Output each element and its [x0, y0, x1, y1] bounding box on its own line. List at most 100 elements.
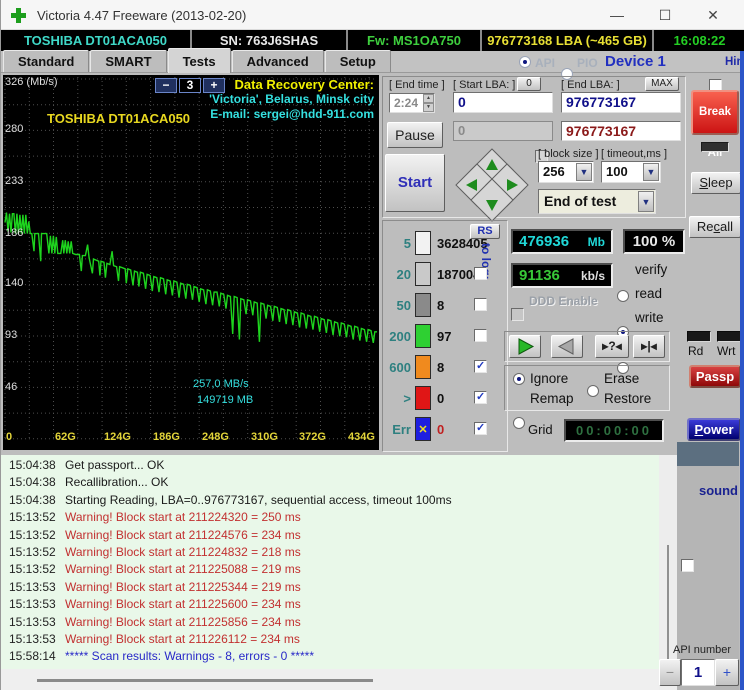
window-right-border — [740, 51, 744, 690]
start-lba-zero-button[interactable]: 0 — [517, 77, 541, 91]
ddd-enable-label: DDD Enable — [529, 294, 598, 308]
log-time: 15:13:52 — [9, 527, 56, 542]
end-lba-max-button[interactable]: MAX — [645, 77, 679, 91]
end-time-spin-up[interactable]: ▲ — [423, 94, 434, 103]
recall-button[interactable]: Recall — [689, 216, 741, 238]
start-button[interactable]: Start — [385, 154, 445, 212]
action-radio-erase[interactable] — [587, 385, 599, 397]
end-lba-input[interactable]: 976773167 — [561, 92, 681, 113]
position-value: 476936 — [519, 233, 570, 250]
timeout-select[interactable]: 100 ▼ — [601, 161, 661, 183]
x-axis-tick: 0 — [6, 431, 13, 443]
api-number-minus-button[interactable]: − — [659, 659, 681, 686]
power-button[interactable]: Power — [687, 418, 741, 441]
play-button[interactable] — [509, 335, 541, 358]
bin-log-checkbox-20[interactable] — [474, 267, 487, 280]
block-size-select[interactable]: 256 ▼ — [538, 161, 594, 183]
transport-group: ▸?◂ ▸|◂ — [504, 331, 670, 362]
speed-lcd: 91136 kb/s — [511, 263, 613, 288]
action-radio-ignore[interactable] — [513, 373, 525, 385]
api-radio[interactable] — [519, 56, 531, 68]
vendor-banner: Data Recovery Center: 'Victoria', Belaru… — [209, 77, 374, 122]
speed-bin-color-box — [415, 355, 431, 379]
sleep-button[interactable]: Sleep — [691, 172, 741, 194]
bottom-right-panel — [677, 466, 739, 690]
log-list[interactable]: 15:04:38 Get passport... OK 15:04:38 Recall… — [1, 455, 659, 669]
tab-bar: Standard SMART Tests Advanced Setup API PIO … — [1, 48, 744, 92]
x-axis-tick: 124G — [104, 431, 131, 443]
bin-log-checkbox-err[interactable] — [474, 421, 487, 435]
close-button[interactable]: ✕ — [689, 0, 737, 30]
speed-bins-panel: 5 3628405 20 187004 50 8 200 97 600 8 >0 Err ✕ 0 RS t… — [382, 220, 508, 452]
graph-readout-speed: 257,0 MB/s — [193, 378, 249, 390]
log-row: 15:13:52 Warning! Block start at 21122432… — [1, 510, 659, 527]
step-back-button[interactable] — [551, 335, 583, 358]
block-size-value: 256 — [543, 164, 565, 179]
block-size-dropdown-icon[interactable]: ▼ — [576, 163, 592, 181]
api-number-value[interactable]: 1 — [681, 659, 715, 686]
end-time-spin-down[interactable]: ▼ — [423, 103, 434, 112]
log-time: 15:58:14 — [9, 649, 56, 664]
speed-value: 91136 — [519, 267, 560, 284]
start-lba-label: [ Start LBA: ] — [453, 79, 516, 91]
log-message: ***** Scan results: Warnings - 8, errors… — [65, 649, 314, 664]
tab-tests[interactable]: Tests — [167, 48, 231, 73]
log-message: Warning! Block start at 211224832 = 218 … — [65, 544, 301, 559]
graph-zoom-level: 3 — [179, 78, 201, 93]
log-horizontal-scrollbar[interactable] — [37, 679, 373, 682]
log-row: 15:13:53 Warning! Block start at 21122560… — [1, 597, 659, 614]
mode-radio-verify[interactable] — [617, 290, 629, 302]
pause-button[interactable]: Pause — [387, 122, 443, 148]
log-message: Recallibration... OK — [65, 475, 169, 490]
break-all-button[interactable]: Break All — [691, 90, 739, 159]
bin-log-checkbox-50[interactable] — [474, 298, 487, 311]
x-axis-tick: 310G — [251, 431, 278, 443]
api-number-label: API number — [673, 644, 732, 656]
title-bar[interactable]: Victoria 4.47 Freeware (2013-02-20) — ☐ … — [1, 0, 744, 30]
tab-standard[interactable]: Standard — [3, 50, 90, 72]
block-size-label: [ block size ] — [538, 148, 599, 160]
position-lcd: 476936 Mb — [511, 229, 613, 254]
log-time: 15:13:53 — [9, 631, 56, 646]
minimize-button[interactable]: — — [593, 0, 641, 30]
edge-jump-button[interactable]: ▸|◂ — [633, 335, 665, 358]
ddd-enable-checkbox[interactable] — [511, 308, 524, 321]
bin-log-checkbox-200[interactable] — [474, 329, 487, 342]
timeout-dropdown-icon[interactable]: ▼ — [643, 163, 659, 181]
maximize-button[interactable]: ☐ — [641, 0, 689, 30]
position-unit: Mb — [587, 234, 605, 249]
timeout-value: 100 — [606, 164, 628, 179]
speed-bin-color-box — [415, 324, 431, 348]
recall-post: all — [720, 219, 734, 234]
speed-bin-label: > — [403, 390, 411, 406]
tab-setup[interactable]: Setup — [324, 50, 391, 72]
end-action-select[interactable]: End of test ▼ — [538, 189, 656, 214]
action-label-restore: Restore — [604, 391, 652, 406]
diamond-nav-pad[interactable] — [453, 146, 531, 224]
end-lba-current: 976773167 — [561, 121, 681, 141]
x-axis-tick: 372G — [299, 431, 326, 443]
seek-test-button[interactable]: ▸?◂ — [595, 335, 629, 358]
tab-strip: Standard SMART Tests Advanced Setup — [3, 47, 392, 73]
log-row: 15:04:38 Get passport... OK — [1, 458, 659, 475]
log-row: 15:13:52 Warning! Block start at 21122457… — [1, 528, 659, 545]
y-axis-tick: 93 — [5, 329, 18, 341]
log-time: 15:04:38 — [9, 492, 56, 507]
bin-log-checkbox-600[interactable] — [474, 359, 487, 373]
read-activity-led — [687, 331, 711, 342]
action-radio-remap[interactable] — [513, 417, 525, 429]
api-number-plus-button[interactable]: + — [715, 659, 739, 686]
log-vertical-scrollbar[interactable] — [667, 545, 669, 660]
action-label-erase: Erase — [604, 371, 640, 386]
bin-log-checkbox->[interactable] — [474, 390, 487, 404]
tab-advanced[interactable]: Advanced — [231, 50, 324, 72]
passport-button[interactable]: Passp — [689, 365, 741, 388]
end-action-dropdown-icon[interactable]: ▼ — [638, 191, 654, 212]
end-time-spinner[interactable]: 2:24 ▲ ▼ — [389, 93, 435, 113]
graph-zoom-out-button[interactable]: − — [155, 78, 177, 93]
log-time: 15:13:52 — [9, 544, 56, 559]
tab-smart[interactable]: SMART — [90, 50, 167, 72]
rs-button[interactable]: RS — [470, 224, 500, 239]
start-lba-input[interactable]: 0 — [453, 92, 553, 113]
sound-checkbox[interactable] — [681, 559, 694, 572]
